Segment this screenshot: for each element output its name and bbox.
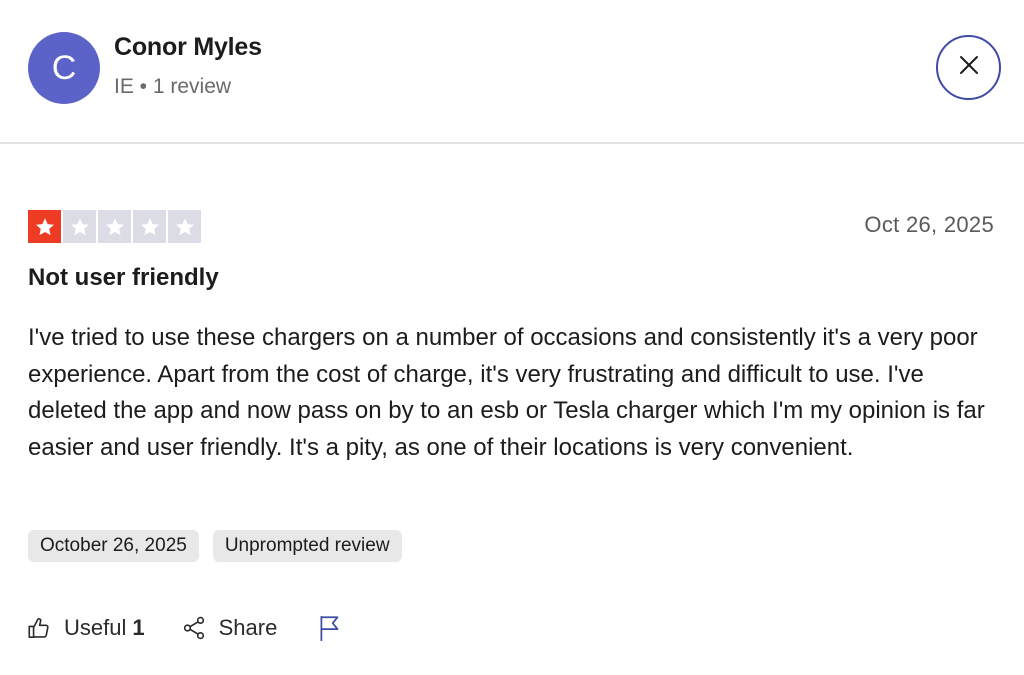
star-rating [28,210,201,243]
share-label: Share [218,615,278,640]
close-icon [958,54,980,81]
review-body: I've tried to use these chargers on a nu… [28,324,985,461]
report-button[interactable] [317,614,355,642]
star-icon [28,210,61,243]
unprompted-review-tag[interactable]: Unprompted review [212,530,402,562]
review-date: Oct 26, 2025 [864,212,994,237]
experience-date-tag: October 26, 2025 [28,530,199,562]
star-icon [98,210,131,243]
avatar: C [28,32,100,104]
useful-label: Useful [64,615,127,640]
share-icon [181,615,207,641]
reviewer-header: C Conor Myles IE • 1 review [0,0,1024,144]
reviewer-meta: IE • 1 review [114,75,232,98]
star-icon [133,210,166,243]
useful-count: 1 [132,615,145,640]
useful-button[interactable]: Useful 1 [26,615,145,641]
review-actions: Useful 1 Share [26,610,355,646]
flag-icon [317,614,343,642]
star-icon [63,210,96,243]
star-icon [168,210,201,243]
reviewer-name[interactable]: Conor Myles [114,33,262,62]
review-tags: October 26, 2025 Unprompted review [28,530,402,562]
review-title: Not user friendly [28,264,219,291]
thumbs-up-icon [26,615,52,641]
close-button[interactable] [936,35,1001,100]
share-button[interactable]: Share [181,615,278,641]
